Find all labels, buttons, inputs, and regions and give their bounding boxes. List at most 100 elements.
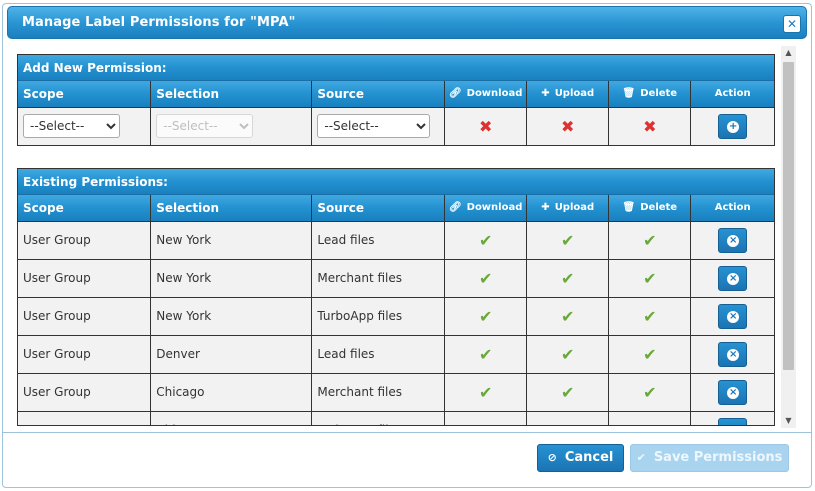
vertical-scrollbar[interactable]: ▲ ▼ <box>781 46 796 428</box>
existing-header-row: Scope Selection Source 🔗︎ Download ✚ Uploa… <box>18 195 774 221</box>
selection-cell: New York <box>150 258 313 297</box>
remove-permission-button[interactable]: × <box>718 303 748 329</box>
remove-permission-button[interactable]: × <box>718 341 748 367</box>
remove-icon: × <box>727 272 740 285</box>
download-toggle-cell[interactable]: ✔ <box>444 296 528 335</box>
selection-select[interactable]: --Select-- <box>156 114 254 139</box>
x-icon[interactable]: ✖ <box>643 117 656 136</box>
source-cell: TurboApp files <box>311 296 446 335</box>
action-cell: + <box>690 106 774 145</box>
download-toggle-cell[interactable]: ✔ <box>444 258 528 297</box>
cancel-icon: ⊘ <box>547 451 557 464</box>
download-toggle-cell[interactable]: ✔ <box>444 372 528 411</box>
action-cell: × <box>690 258 774 297</box>
link-icon: 🔗︎ <box>448 202 462 214</box>
selection-cell: New York <box>150 220 313 259</box>
source-select[interactable]: --Select-- <box>317 114 431 139</box>
delete-toggle-cell[interactable]: ✔ <box>608 258 692 297</box>
upload-toggle-cell[interactable]: ✔ <box>526 220 610 259</box>
check-icon[interactable]: ✔ <box>479 307 492 326</box>
upload-toggle-cell[interactable]: ✖ <box>526 106 610 145</box>
permission-row: User Group New York Lead files ✔ ✔ ✔ × <box>18 220 774 259</box>
check-icon[interactable]: ✔ <box>643 269 656 288</box>
remove-permission-button[interactable]: × <box>718 265 748 291</box>
check-icon[interactable]: ✔ <box>561 231 574 250</box>
scrollbar-thumb[interactable] <box>783 62 794 370</box>
upload-toggle-cell[interactable]: ✔ <box>526 334 610 373</box>
x-icon[interactable]: ✖ <box>561 117 574 136</box>
save-permissions-button[interactable]: ✔ Save Permissions <box>630 444 789 472</box>
col-delete: 🗑︎ Delete <box>608 195 692 221</box>
download-toggle-cell[interactable]: ✔ <box>444 220 528 259</box>
check-icon[interactable]: ✔ <box>561 421 574 425</box>
link-icon: 🔗︎ <box>448 88 462 100</box>
action-cell: × <box>690 334 774 373</box>
source-cell: Lead files <box>311 220 446 259</box>
dialog-title: Manage Label Permissions for "MPA" <box>22 15 296 30</box>
check-icon[interactable]: ✔ <box>643 421 656 425</box>
col-scope: Scope <box>18 195 152 221</box>
col-action: Action <box>690 195 774 221</box>
upload-toggle-cell[interactable]: ✔ <box>526 258 610 297</box>
selection-cell: Chicago <box>150 410 313 425</box>
selection-cell: Denver <box>150 334 313 373</box>
source-cell: Merchant files <box>311 258 446 297</box>
col-delete: 🗑︎ Delete <box>608 81 692 107</box>
remove-icon: × <box>727 310 740 323</box>
action-cell: × <box>690 372 774 411</box>
remove-permission-button[interactable]: × <box>718 227 748 253</box>
check-icon[interactable]: ✔ <box>561 345 574 364</box>
col-download: 🔗︎ Download <box>444 81 528 107</box>
upload-toggle-cell[interactable]: ✔ <box>526 410 610 425</box>
check-icon[interactable]: ✔ <box>479 269 492 288</box>
scroll-down-icon[interactable]: ▼ <box>781 414 796 428</box>
check-icon[interactable]: ✔ <box>479 231 492 250</box>
check-icon[interactable]: ✔ <box>561 383 574 402</box>
footer-divider <box>3 432 811 433</box>
selection-cell: Chicago <box>150 372 313 411</box>
close-icon[interactable]: ✕ <box>783 15 801 33</box>
add-permission-header: Add New Permission: <box>18 55 774 81</box>
check-icon[interactable]: ✔ <box>561 307 574 326</box>
delete-toggle-cell[interactable]: ✖ <box>608 106 692 145</box>
scroll-up-icon[interactable]: ▲ <box>781 46 796 60</box>
remove-permission-button[interactable]: × <box>718 379 748 405</box>
check-icon[interactable]: ✔ <box>643 345 656 364</box>
check-icon[interactable]: ✔ <box>643 231 656 250</box>
check-icon[interactable]: ✔ <box>479 421 492 425</box>
existing-permissions-section: Existing Permissions: Scope Selection So… <box>17 168 775 426</box>
check-icon[interactable]: ✔ <box>643 307 656 326</box>
add-permission-button[interactable]: + <box>718 113 748 139</box>
add-input-row: --Select-- --Select-- --Select-- ✖ ✖ ✖ + <box>18 106 774 145</box>
scope-select[interactable]: --Select-- <box>23 114 120 139</box>
scope-cell: User Group <box>18 296 152 335</box>
col-scope: Scope <box>18 81 152 107</box>
cancel-button[interactable]: ⊘ Cancel <box>537 444 624 472</box>
check-icon[interactable]: ✔ <box>479 383 492 402</box>
delete-toggle-cell[interactable]: ✔ <box>608 296 692 335</box>
dialog-titlebar[interactable]: Manage Label Permissions for "MPA" ✕ <box>7 6 807 39</box>
delete-toggle-cell[interactable]: ✔ <box>608 334 692 373</box>
delete-toggle-cell[interactable]: ✔ <box>608 220 692 259</box>
upload-toggle-cell[interactable]: ✔ <box>526 372 610 411</box>
check-icon[interactable]: ✔ <box>479 345 492 364</box>
check-icon[interactable]: ✔ <box>643 383 656 402</box>
col-upload: ✚ Upload <box>526 195 610 221</box>
download-toggle-cell[interactable]: ✖ <box>444 106 528 145</box>
scope-cell: --Select-- <box>18 106 152 145</box>
download-toggle-cell[interactable]: ✔ <box>444 410 528 425</box>
check-icon[interactable]: ✔ <box>561 269 574 288</box>
source-cell: --Select-- <box>311 106 446 145</box>
trash-icon: 🗑︎ <box>622 88 636 100</box>
delete-toggle-cell[interactable]: ✔ <box>608 410 692 425</box>
permission-row: User GroupChicagoTurboApp files ✔ ✔ ✔ × <box>18 410 774 425</box>
upload-toggle-cell[interactable]: ✔ <box>526 296 610 335</box>
x-icon[interactable]: ✖ <box>479 117 492 136</box>
download-toggle-cell[interactable]: ✔ <box>444 334 528 373</box>
permission-row: User Group Chicago Merchant files ✔ ✔ ✔ × <box>18 372 774 411</box>
add-icon: + <box>727 120 740 133</box>
remove-icon: × <box>727 424 740 425</box>
remove-permission-button[interactable]: × <box>718 417 748 425</box>
delete-toggle-cell[interactable]: ✔ <box>608 372 692 411</box>
permission-row: User Group New York Merchant files ✔ ✔ ✔ × <box>18 258 774 297</box>
